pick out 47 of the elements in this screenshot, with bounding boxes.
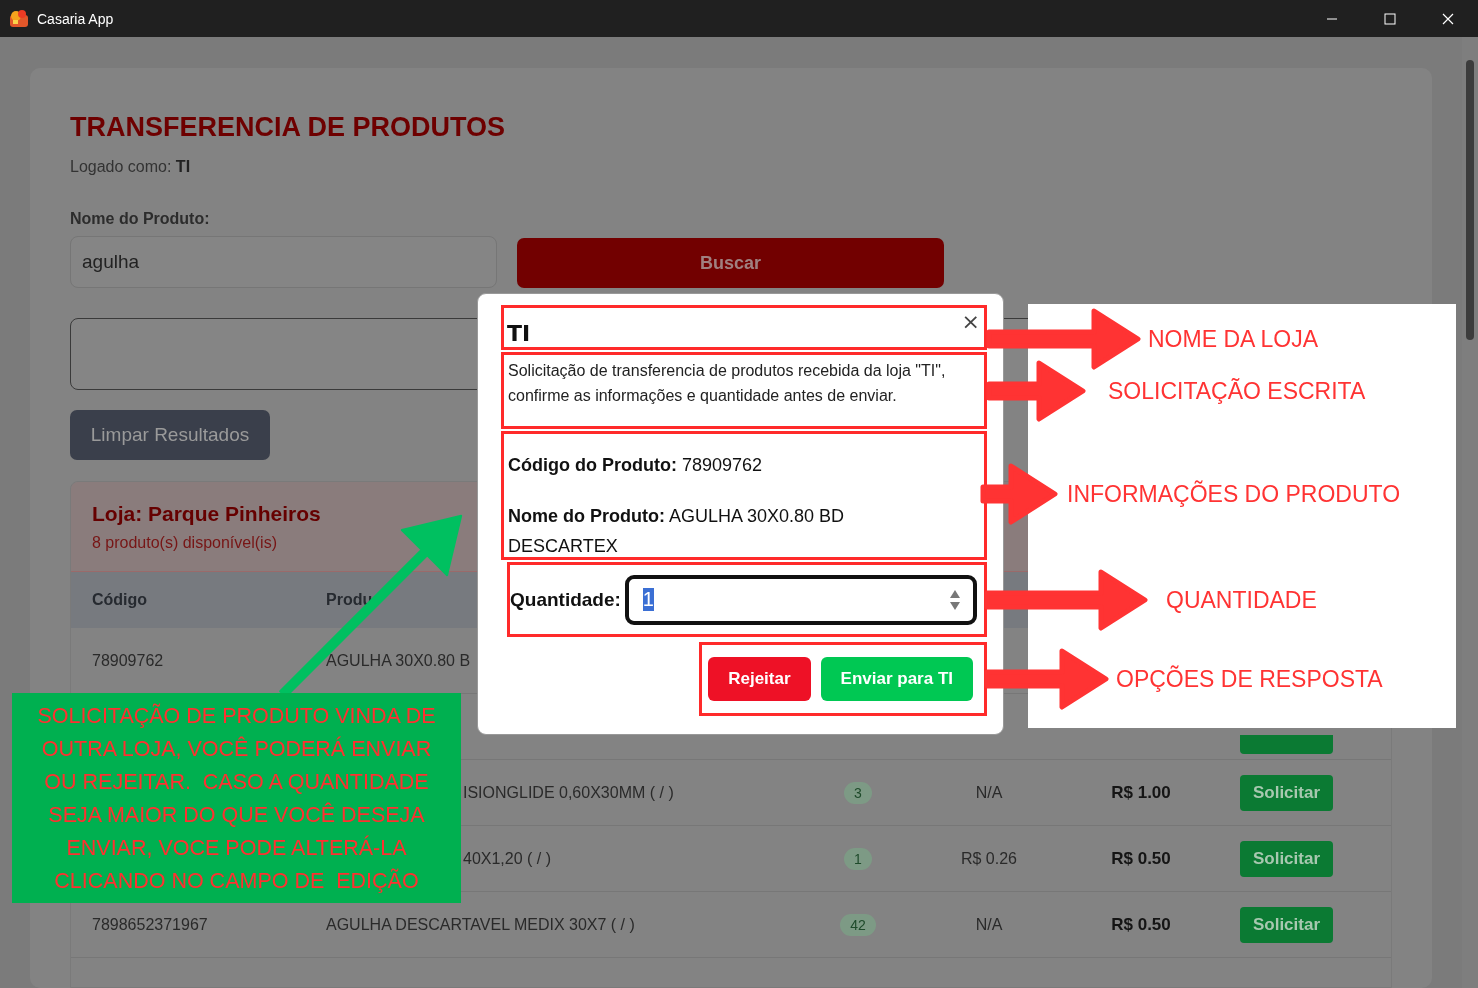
quantity-badge: 42 — [840, 913, 876, 936]
request-button[interactable]: Solicitar — [1240, 840, 1333, 877]
close-icon[interactable] — [1442, 12, 1454, 25]
close-button[interactable]: × — [961, 310, 980, 334]
price-cell: R$ 0.50 — [1111, 914, 1171, 934]
annotation-label: INFORMAÇÕES DO PRODUTO — [1067, 481, 1401, 507]
spinner-icon[interactable] — [949, 588, 961, 611]
app-icon — [9, 8, 29, 29]
request-button[interactable]: Solicitar — [1240, 774, 1333, 811]
table-cell: N/A — [975, 783, 1003, 801]
clear-button[interactable]: Limpar Resultados — [70, 410, 270, 460]
logged-in-text: Logado como: TI — [70, 158, 192, 176]
search-button[interactable]: Buscar — [517, 238, 944, 288]
store-name: Loja: Parque Pinheiros — [92, 502, 321, 526]
annotation-note: SOLICITAÇÃO DE PRODUTO VINDA DE OUTRA LOJA, VOCÊ PODERÁ ENVIAR OU REJEITAR. CASO A QUANTIDADE SEJA MAIOR DO QUE VOCÊ DESEJA ENVIAR, VOCE PODE ALTERÁ-LA CLICANDO NO CAMPO DE EDIÇÃO — [12, 693, 461, 903]
table-cell: R$ 0.26 — [960, 849, 1017, 867]
annotation-label: QUANTIDADE — [1166, 587, 1317, 613]
reject-button[interactable]: Rejeitar — [708, 657, 811, 701]
request-button[interactable]: Solicitar — [1240, 906, 1333, 943]
window-title: Casaria App — [37, 10, 114, 27]
quantity-field[interactable]: 1 — [624, 574, 977, 625]
price-cell: R$ 0.50 — [1111, 848, 1171, 868]
annotation-label: OPÇÕES DE RESPOSTA — [1116, 666, 1383, 692]
product-info: Nome do Produto: AGULHA 30X0.80 BD DESCARTEX — [508, 505, 846, 558]
maximize-icon[interactable] — [1384, 12, 1396, 25]
send-button[interactable]: Enviar para TI — [820, 657, 973, 701]
table-cell: ISIONGLIDE 0,60X30MM ( / ) — [463, 783, 674, 801]
quantity-badge: 1 — [844, 847, 872, 870]
table-cell: 78909762 — [92, 651, 164, 669]
product-count: 8 produto(s) disponível(is) — [92, 534, 277, 552]
page-title: TRANSFERENCIA DE PRODUTOS — [70, 111, 507, 144]
table-cell: 40X1,20 ( / ) — [463, 849, 552, 867]
field-label: Quantidade: — [510, 588, 621, 611]
column-header: Código — [92, 591, 148, 609]
price-cell: R$ 1.00 — [1111, 782, 1171, 802]
dialog-title: TI — [507, 321, 531, 346]
table-cell: AGULHA DESCARTAVEL MEDIX 30X7 ( / ) — [326, 915, 635, 933]
dialog-message: Solicitação de transferencia de produtos recebida da loja "TI", confirme as informações e quantidade antes de enviar. — [508, 361, 947, 406]
annotation-label: NOME DA LOJA — [1148, 326, 1318, 352]
search-field[interactable]: agulha — [70, 235, 497, 288]
annotation-label: SOLICITAÇÃO ESCRITA — [1108, 378, 1366, 404]
table-cell: 7898652371967 — [92, 915, 208, 933]
field-label: Nome do Produto: — [70, 210, 211, 228]
table-cell: N/A — [975, 915, 1003, 933]
quantity-badge: 3 — [844, 781, 872, 804]
product-info: Código do Produto: 78909762 — [508, 454, 764, 477]
table-cell: AGULHA 30X0.80 B — [326, 651, 471, 669]
